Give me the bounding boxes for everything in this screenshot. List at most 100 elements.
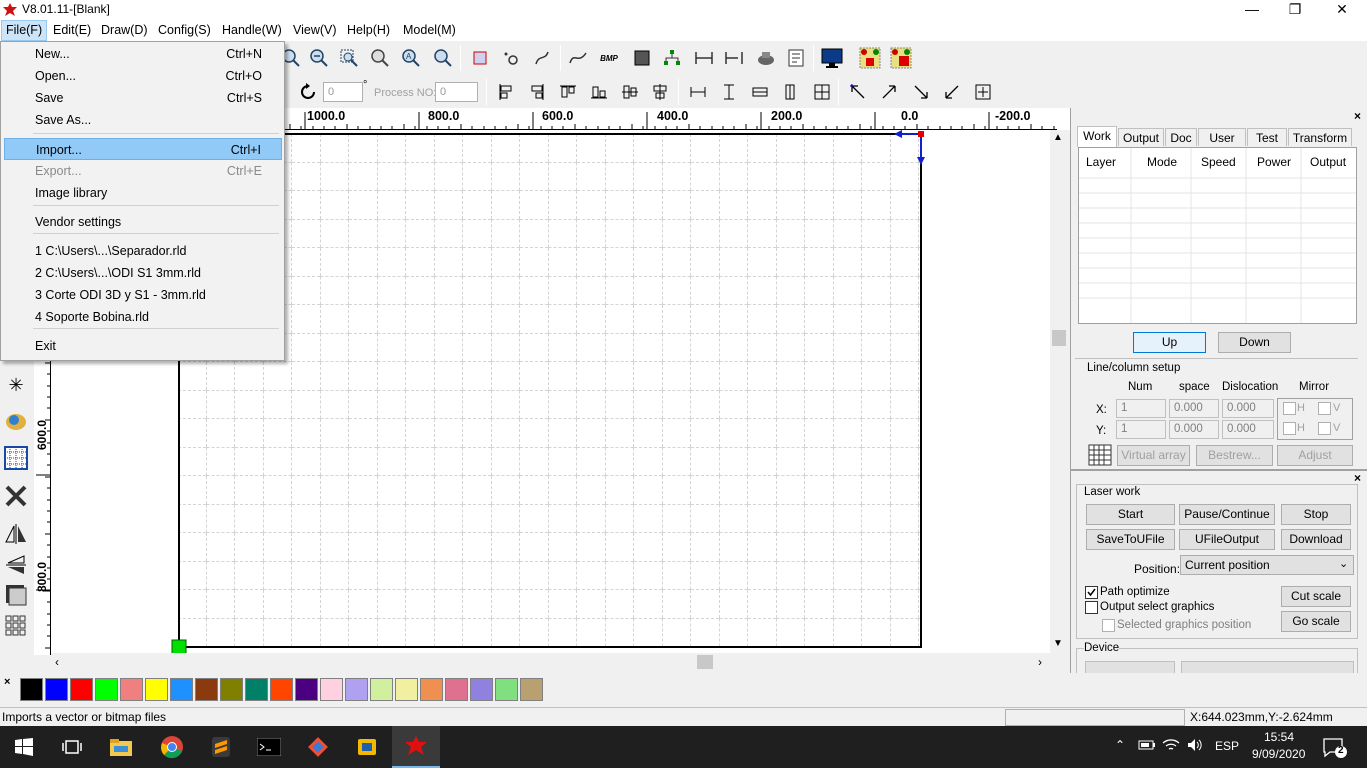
color-swatch[interactable] bbox=[295, 678, 318, 701]
align-top-icon[interactable] bbox=[556, 80, 580, 104]
rotation-angle-input[interactable]: 0 bbox=[323, 82, 363, 102]
vertical-scrollbar[interactable]: ▲ ▼ bbox=[1050, 130, 1068, 655]
mirror-y-v-checkbox[interactable] bbox=[1318, 422, 1331, 435]
language-indicator[interactable]: ESP bbox=[1215, 739, 1239, 753]
color-swatch[interactable] bbox=[45, 678, 68, 701]
mirror-x-h-checkbox[interactable] bbox=[1283, 402, 1296, 415]
file-explorer-icon[interactable] bbox=[97, 726, 145, 768]
file-menu-item[interactable]: 3 Corte ODI 3D y S1 - 3mm.rld bbox=[4, 284, 282, 306]
equal-vspace-icon[interactable] bbox=[717, 80, 741, 104]
file-menu-item[interactable]: 1 C:\Users\...\Separador.rld bbox=[4, 240, 282, 262]
git-icon[interactable] bbox=[294, 726, 342, 768]
menu-view[interactable]: View(V) bbox=[289, 20, 341, 41]
file-menu-item[interactable]: Open... Ctrl+O bbox=[4, 65, 282, 87]
grid-icon[interactable] bbox=[4, 446, 28, 470]
chevron-up-icon[interactable]: ⌃ bbox=[1115, 738, 1125, 752]
menu-handle[interactable]: Handle(W) bbox=[218, 20, 286, 41]
process-no-input[interactable]: 0 bbox=[435, 82, 478, 102]
zoom-data-icon[interactable] bbox=[431, 46, 455, 70]
equal-hspace-icon[interactable] bbox=[686, 80, 710, 104]
download-button[interactable]: Download bbox=[1281, 529, 1351, 550]
rectangle-icon[interactable] bbox=[630, 46, 654, 70]
same-height-icon[interactable] bbox=[778, 80, 802, 104]
x-dislocation-field[interactable]: 0.000 bbox=[1222, 399, 1274, 418]
color-swatch[interactable] bbox=[70, 678, 93, 701]
bitmap-icon[interactable]: BMP bbox=[597, 46, 621, 70]
start-button[interactable]: Start bbox=[1086, 504, 1175, 525]
color-swatch[interactable] bbox=[220, 678, 243, 701]
zoom-all-icon[interactable] bbox=[368, 46, 392, 70]
file-menu-item[interactable]: Save Ctrl+S bbox=[4, 87, 282, 109]
zoom-page-icon[interactable]: A bbox=[399, 46, 423, 70]
color-swatch[interactable] bbox=[195, 678, 218, 701]
file-menu-item[interactable]: Import... Ctrl+I bbox=[4, 138, 282, 160]
file-menu-item[interactable]: 2 C:\Users\...\ODI S1 3mm.rld bbox=[4, 262, 282, 284]
scroll-right-icon[interactable]: › bbox=[1038, 655, 1042, 669]
layer-table[interactable] bbox=[1078, 147, 1357, 324]
wifi-icon[interactable] bbox=[1162, 738, 1180, 755]
tab-test[interactable]: Test bbox=[1247, 128, 1287, 146]
bestrew-button[interactable]: Bestrew... bbox=[1196, 445, 1273, 466]
array-icon[interactable] bbox=[4, 614, 28, 638]
minimize-button[interactable]: — bbox=[1229, 0, 1275, 20]
color-swatch[interactable] bbox=[120, 678, 143, 701]
draw-curve-icon[interactable] bbox=[566, 46, 590, 70]
y-dislocation-field[interactable]: 0.000 bbox=[1222, 420, 1274, 439]
menu-help[interactable]: Help(H) bbox=[343, 20, 394, 41]
menu-draw[interactable]: Draw(D) bbox=[97, 20, 152, 41]
tab-user[interactable]: User bbox=[1198, 128, 1246, 146]
color-swatch[interactable] bbox=[445, 678, 468, 701]
file-menu-item[interactable]: Export... Ctrl+E bbox=[4, 160, 282, 182]
rdworks-taskbar-icon[interactable] bbox=[392, 726, 440, 768]
mirror-h-icon[interactable] bbox=[4, 522, 28, 546]
align-left-icon[interactable] bbox=[494, 80, 518, 104]
align-bottom-icon[interactable] bbox=[587, 80, 611, 104]
panel-close-icon[interactable]: × bbox=[1354, 109, 1361, 123]
tree-icon[interactable] bbox=[660, 46, 684, 70]
color-swatch[interactable] bbox=[370, 678, 393, 701]
battery-icon[interactable] bbox=[1138, 738, 1156, 755]
y-space-field[interactable]: 0.000 bbox=[1169, 420, 1219, 439]
menu-config[interactable]: Config(S) bbox=[154, 20, 215, 41]
down-button[interactable]: Down bbox=[1218, 332, 1291, 353]
pause-continue-button[interactable]: Pause/Continue bbox=[1179, 504, 1275, 525]
y-num-field[interactable]: 1 bbox=[1116, 420, 1166, 439]
mirror-x-v-checkbox[interactable] bbox=[1318, 402, 1331, 415]
file-menu-item[interactable]: 4 Soporte Bobina.rld bbox=[4, 306, 282, 328]
laser-panel-close-icon[interactable]: × bbox=[1354, 471, 1361, 485]
scroll-left-icon[interactable]: ‹ bbox=[55, 655, 59, 669]
file-menu-item[interactable]: New... Ctrl+N bbox=[4, 43, 282, 65]
grid-arrange2-icon[interactable] bbox=[889, 46, 913, 70]
move-center-icon[interactable] bbox=[971, 80, 995, 104]
menu-edit[interactable]: Edit(E) bbox=[49, 20, 95, 41]
move-bottomleft-icon[interactable] bbox=[940, 80, 964, 104]
laser-head-icon[interactable] bbox=[754, 46, 778, 70]
layer-icon[interactable] bbox=[4, 583, 28, 607]
vertical-scroll-thumb[interactable] bbox=[1052, 330, 1066, 346]
color-swatch[interactable] bbox=[420, 678, 443, 701]
same-size-icon[interactable] bbox=[810, 80, 834, 104]
maximize-button[interactable]: ❐ bbox=[1272, 0, 1318, 20]
h-align-icon[interactable] bbox=[722, 46, 746, 70]
cut-scale-button[interactable]: Cut scale bbox=[1281, 586, 1351, 607]
menu-file[interactable]: File(F) bbox=[1, 20, 48, 41]
save-to-ufile-button[interactable]: SaveToUFile bbox=[1086, 529, 1175, 550]
color-swatch[interactable] bbox=[245, 678, 268, 701]
bitmap-handle-icon[interactable] bbox=[4, 410, 28, 434]
tab-doc[interactable]: Doc bbox=[1165, 128, 1197, 146]
x-num-field[interactable]: 1 bbox=[1116, 399, 1166, 418]
curve-edit-icon[interactable] bbox=[530, 46, 554, 70]
zoom-select-icon[interactable] bbox=[337, 46, 361, 70]
node-edit-icon[interactable] bbox=[499, 46, 523, 70]
close-button[interactable]: ✕ bbox=[1319, 0, 1365, 20]
monitor-icon[interactable] bbox=[820, 46, 844, 70]
file-menu-item[interactable]: Exit bbox=[4, 335, 282, 357]
move-topleft-icon[interactable] bbox=[846, 80, 870, 104]
up-button[interactable]: Up bbox=[1133, 332, 1206, 353]
clock-date[interactable]: 9/09/2020 bbox=[1252, 747, 1305, 761]
color-swatch[interactable] bbox=[395, 678, 418, 701]
stop-button[interactable]: Stop bbox=[1281, 504, 1351, 525]
sublime-icon[interactable] bbox=[197, 726, 245, 768]
go-scale-button[interactable]: Go scale bbox=[1281, 611, 1351, 632]
mirror-y-h-checkbox[interactable] bbox=[1283, 422, 1296, 435]
